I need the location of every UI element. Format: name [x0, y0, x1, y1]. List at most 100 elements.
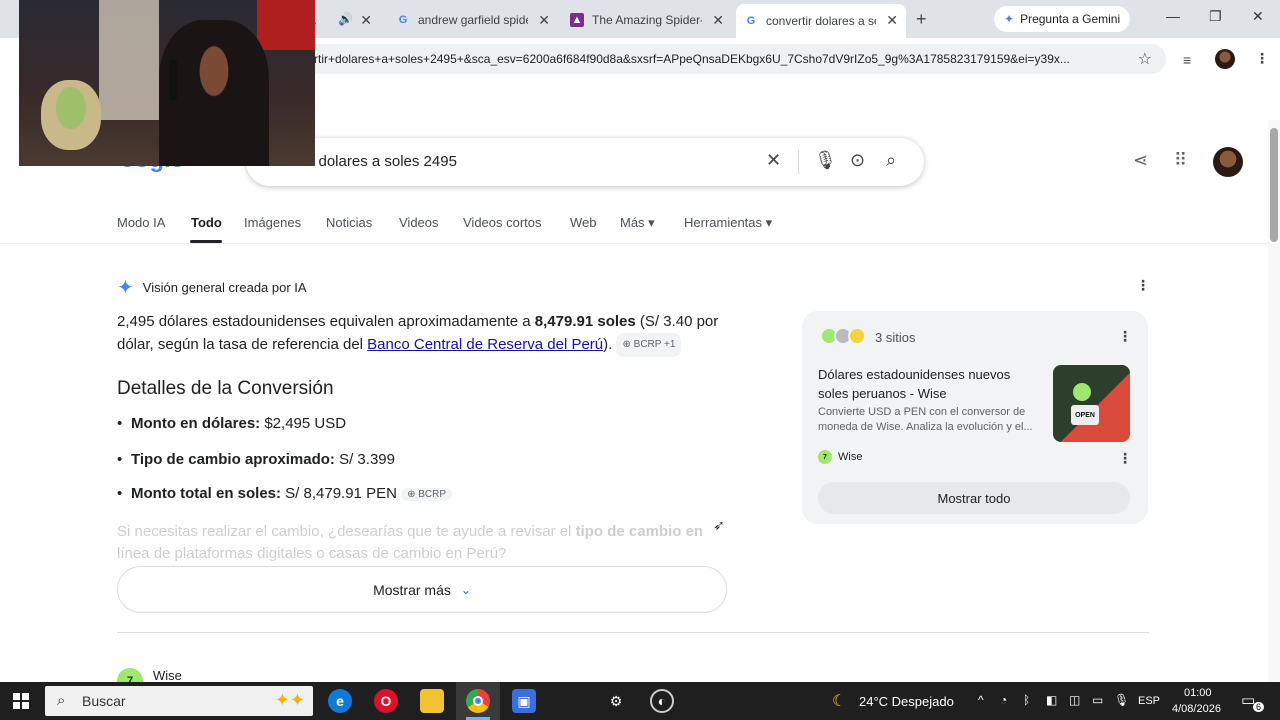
source-site[interactable]: 7 Wise: [818, 450, 862, 464]
taskbar-search-placeholder: Buscar: [82, 693, 126, 709]
taskbar: ⌕ Buscar ✦✦ e O ▣ ⚙ ◐ ☾ 24°C Despejado ^…: [0, 682, 1280, 720]
gemini-button[interactable]: ✦ Pregunta a Gemini: [994, 6, 1131, 32]
voice-search-icon[interactable]: 🎙: [814, 150, 837, 171]
faded-text: Si necesitas realizar el cambio, ¿desear…: [117, 523, 576, 540]
account-avatar[interactable]: [1213, 147, 1243, 177]
file-explorer-icon[interactable]: [420, 689, 444, 713]
tab-mas[interactable]: Más ▾: [620, 215, 655, 231]
minimize-icon[interactable]: —: [1166, 8, 1180, 24]
tab-videos[interactable]: Videos: [399, 215, 439, 230]
browser-tab-active[interactable]: G convertir dolares a so ✕: [736, 4, 906, 38]
restore-icon[interactable]: ❐: [1209, 8, 1222, 25]
bookmark-star-icon[interactable]: ☆: [1138, 49, 1152, 69]
scrollbar-thumb[interactable]: [1270, 128, 1278, 242]
tab-herramientas[interactable]: Herramientas ▾: [684, 215, 772, 231]
list-item: • Monto en dólares: $2,495 USD: [117, 415, 346, 432]
next-result-site[interactable]: Wise: [153, 668, 182, 683]
answer-text: 2,495 dólares estadounidenses equivalen …: [117, 313, 535, 330]
tab-noticias[interactable]: Noticias: [326, 215, 372, 230]
clock-time[interactable]: 01:00: [1184, 687, 1212, 699]
apps-grid-icon[interactable]: ⠿: [1174, 150, 1187, 171]
media-control-icon[interactable]: ≡: [1183, 52, 1191, 68]
tray-app-icon[interactable]: ◧: [1046, 693, 1057, 707]
search-icon[interactable]: ⌕: [886, 150, 896, 171]
faded-bold: tipo de cambio en: [575, 523, 704, 540]
close-tab-icon[interactable]: ✕: [538, 12, 550, 29]
edge-icon[interactable]: e: [328, 689, 352, 713]
share-icon[interactable]: ⋖: [1133, 150, 1148, 171]
webcam-toy-figure: [41, 80, 101, 150]
search-highlight-icon: ✦✦: [274, 690, 305, 710]
search-icon: ⌕: [57, 692, 66, 709]
clear-search-icon[interactable]: ✕: [766, 150, 781, 171]
close-window-icon[interactable]: ✕: [1252, 8, 1264, 25]
tab-web[interactable]: Web: [570, 215, 597, 230]
close-tab-icon[interactable]: ✕: [886, 12, 898, 29]
faded-continuation-text: Si necesitas realizar el cambio, ¿desear…: [117, 521, 737, 561]
network-icon[interactable]: ▭: [1092, 693, 1103, 707]
tray-app-icon[interactable]: ◔: [1000, 693, 1007, 707]
chevron-up-icon[interactable]: ^: [978, 693, 984, 707]
source-thumbnail[interactable]: OPEN: [1053, 365, 1130, 442]
tab-todo[interactable]: Todo: [191, 215, 222, 230]
tab-videos-cortos[interactable]: Videos cortos: [463, 215, 542, 230]
show-more-button[interactable]: Mostrar más ⌄: [117, 566, 727, 613]
new-tab-button[interactable]: +: [916, 9, 927, 30]
bullet-label: Tipo de cambio aproximado:: [131, 451, 335, 468]
tab-modo-ia[interactable]: Modo IA: [117, 215, 165, 230]
settings-gear-icon[interactable]: ⚙: [604, 689, 628, 713]
ai-overview-menu-icon[interactable]: ⋮: [1136, 277, 1150, 294]
close-tab-icon[interactable]: ✕: [360, 12, 372, 29]
lens-search-icon[interactable]: ⊙: [850, 150, 865, 171]
microphone-icon[interactable]: 🎙: [1114, 693, 1129, 707]
ai-answer: 2,495 dólares estadounidenses equivalen …: [117, 311, 737, 357]
browser-menu-icon[interactable]: ⋮: [1255, 50, 1269, 67]
bluetooth-icon[interactable]: ᛒ: [1023, 693, 1030, 707]
weather-text[interactable]: 24°C Despejado: [859, 694, 954, 709]
profile-avatar-icon[interactable]: [1215, 49, 1235, 69]
source-site-name: Wise: [838, 451, 863, 463]
tab-label: The Amazing Spider-M: [592, 13, 702, 27]
webcam-overlay: [19, 0, 315, 166]
audio-icon[interactable]: 🔊: [338, 12, 353, 26]
chrome-icon[interactable]: [466, 689, 490, 713]
opera-icon[interactable]: O: [374, 689, 398, 713]
taskbar-search[interactable]: ⌕ Buscar ✦✦: [45, 686, 313, 716]
tray-app-icon[interactable]: ◫: [1069, 693, 1080, 707]
clock-date[interactable]: 4/08/2026: [1172, 703, 1221, 715]
ai-spark-icon: ✦: [117, 277, 134, 299]
bcrp-link[interactable]: Banco Central de Reserva del Perú: [367, 336, 603, 353]
obs-icon[interactable]: ◐: [650, 689, 674, 713]
url-text[interactable]: rtir+dolares+a+soles+2495+&sca_esv=6200a…: [314, 52, 1124, 66]
language-indicator[interactable]: ESP: [1138, 695, 1160, 707]
tab-label: convertir dolares a so: [766, 14, 876, 28]
sources-menu-icon[interactable]: ⋮: [1118, 328, 1132, 345]
tab-imagenes[interactable]: Imágenes: [244, 215, 301, 230]
source-title[interactable]: Dólares estadounidenses nuevos soles per…: [818, 365, 1040, 403]
search-box[interactable]: ir dolares a soles 2495 ✕ 🎙 ⊙ ⌕: [246, 138, 924, 186]
bullet-value: $2,495 USD: [260, 415, 347, 432]
screen: A 🔊 ✕ G andrew garfield spide ✕ ▲ The Am…: [0, 0, 1280, 720]
source-menu-icon[interactable]: ⋮: [1118, 450, 1132, 467]
citation-icon: ⊕: [407, 488, 416, 500]
show-all-button[interactable]: Mostrar todo: [818, 482, 1130, 514]
citation-label: BCRP: [418, 488, 447, 500]
browser-tab[interactable]: ▲ The Amazing Spider-M ✕: [562, 6, 732, 34]
windows-start-icon[interactable]: [13, 693, 29, 709]
address-bar[interactable]: rtir+dolares+a+soles+2495+&sca_esv=6200a…: [300, 44, 1166, 74]
site-favicon-icon: [848, 327, 866, 345]
citation-chip[interactable]: ⊕ BCRP: [401, 487, 453, 501]
bullet-label: Monto total en soles:: [131, 485, 281, 502]
bullet-label: Monto en dólares:: [131, 415, 261, 432]
app-icon[interactable]: ▣: [512, 689, 536, 713]
bullet-dot: •: [117, 485, 123, 502]
citation-chip[interactable]: ⊕ BCRP +1: [616, 333, 682, 357]
weather-moon-icon[interactable]: ☾: [832, 691, 846, 711]
thumb-logo-icon: [1073, 383, 1091, 401]
search-input[interactable]: ir dolares a soles 2495: [306, 153, 457, 170]
browser-tab[interactable]: G andrew garfield spide ✕: [388, 6, 558, 34]
sources-count[interactable]: 3 sitios: [875, 330, 915, 345]
source-favicons: [820, 327, 866, 345]
webcam-background: [99, 0, 159, 120]
close-tab-icon[interactable]: ✕: [712, 12, 724, 29]
